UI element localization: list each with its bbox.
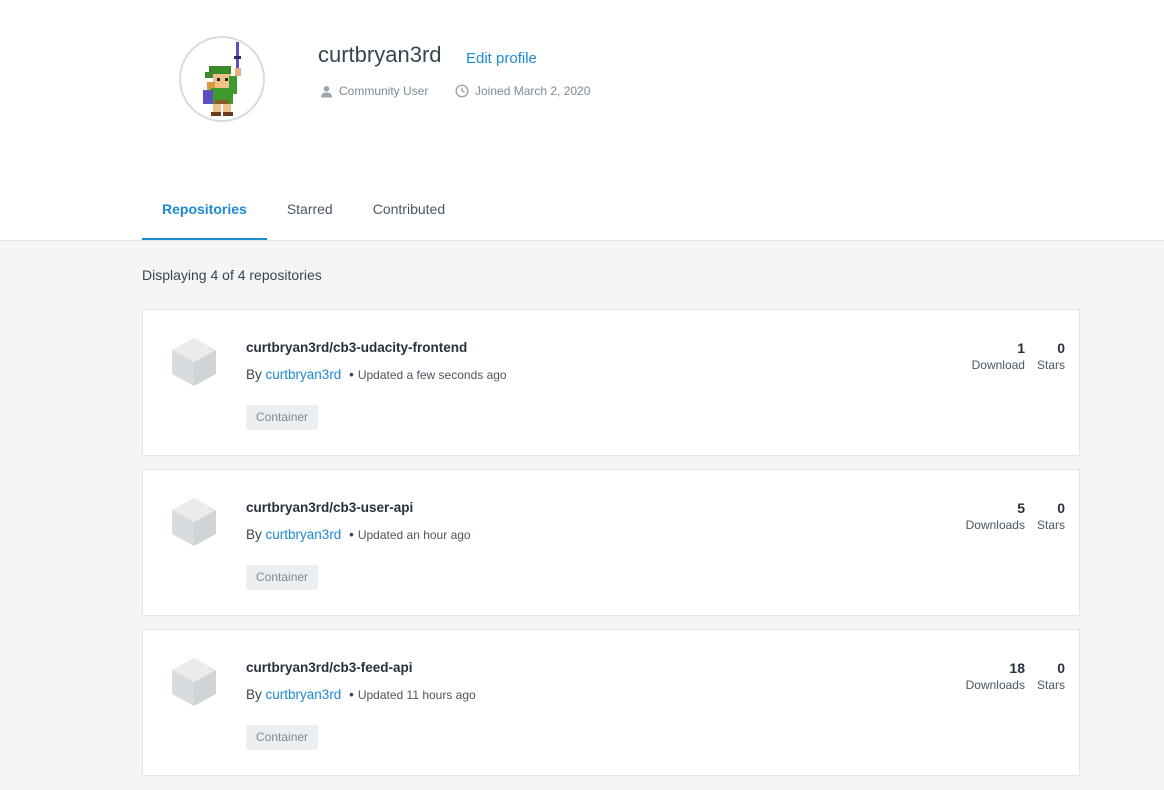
tab-starred[interactable]: Starred (267, 200, 353, 240)
repo-type-tag: Container (246, 405, 319, 430)
edit-profile-link[interactable]: Edit profile (466, 50, 537, 67)
user-icon (321, 85, 332, 97)
profile-role: Community User (320, 84, 428, 98)
repositories-panel: Displaying 4 of 4 repositories curtbryan… (0, 241, 1164, 790)
repo-by-label: By (246, 367, 262, 382)
profile-joined-text: Joined March 2, 2020 (475, 84, 591, 98)
repo-card[interactable]: curtbryan3rd/cb3-user-api By curtbryan3r… (142, 469, 1080, 616)
repo-stars: 0 Stars (1037, 660, 1065, 692)
profile-role-text: Community User (339, 84, 429, 98)
repo-downloads: 5 Downloads (966, 500, 1025, 532)
cube-icon (172, 338, 216, 386)
repo-stats: 18 Downloads 0 Stars (966, 660, 1065, 692)
profile-tabs: Repositories Starred Contributed (142, 200, 465, 240)
repo-by-label: By (246, 687, 262, 702)
downloads-label: Downloads (965, 518, 1025, 532)
repo-separator: • (349, 687, 354, 702)
repo-byline: By curtbryan3rd • Updated 11 hours ago (246, 687, 476, 702)
repo-stats: 5 Downloads 0 Stars (966, 500, 1065, 532)
repo-updated: Updated a few seconds ago (357, 368, 507, 382)
tab-contributed[interactable]: Contributed (353, 200, 465, 240)
cube-icon (172, 658, 216, 706)
downloads-count: 1 (1017, 340, 1025, 356)
repo-by-label: By (246, 527, 262, 542)
cube-icon (172, 498, 216, 546)
repo-count: Displaying 4 of 4 repositories (142, 267, 322, 283)
stars-count: 0 (1057, 500, 1065, 516)
repo-byline: By curtbryan3rd • Updated a few seconds a… (246, 367, 507, 382)
repo-downloads: 18 Downloads (966, 660, 1025, 692)
profile-joined: Joined March 2, 2020 (455, 84, 590, 98)
repo-name[interactable]: curtbryan3rd/cb3-feed-api (246, 660, 413, 675)
repo-type-tag: Container (246, 725, 319, 750)
repo-separator: • (349, 527, 354, 542)
downloads-count: 5 (1017, 500, 1025, 516)
stars-label: Stars (1036, 518, 1065, 532)
stars-count: 0 (1057, 660, 1065, 676)
repo-name[interactable]: curtbryan3rd/cb3-udacity-frontend (246, 340, 467, 355)
clock-icon (455, 84, 469, 98)
repo-downloads: 1 Download (972, 340, 1025, 372)
pixel-hero-avatar-icon (203, 42, 241, 116)
repo-name[interactable]: curtbryan3rd/cb3-user-api (246, 500, 413, 515)
repo-stars: 0 Stars (1037, 340, 1065, 372)
repo-byline: By curtbryan3rd • Updated an hour ago (246, 527, 471, 542)
downloads-label: Download (971, 358, 1025, 372)
profile-header: curtbryan3rd Edit profile Community User… (0, 0, 1164, 241)
downloads-label: Downloads (965, 678, 1025, 692)
repo-updated: Updated an hour ago (357, 528, 471, 542)
repo-stats: 1 Download 0 Stars (972, 340, 1065, 372)
repo-card[interactable]: curtbryan3rd/cb3-udacity-frontend By cur… (142, 309, 1080, 456)
repo-separator: • (349, 367, 354, 382)
repo-card[interactable]: curtbryan3rd/cb3-feed-api By curtbryan3r… (142, 629, 1080, 776)
repo-owner-link[interactable]: curtbryan3rd (266, 367, 342, 382)
profile-username: curtbryan3rd (318, 42, 442, 67)
repo-owner-link[interactable]: curtbryan3rd (266, 687, 342, 702)
downloads-count: 18 (1009, 660, 1025, 676)
repo-stars: 0 Stars (1037, 500, 1065, 532)
repo-owner-link[interactable]: curtbryan3rd (266, 527, 342, 542)
stars-count: 0 (1057, 340, 1065, 356)
stars-label: Stars (1036, 678, 1065, 692)
repo-updated: Updated 11 hours ago (357, 688, 476, 702)
tab-repositories[interactable]: Repositories (142, 200, 267, 240)
stars-label: Stars (1036, 358, 1065, 372)
repo-type-tag: Container (246, 565, 319, 590)
avatar (179, 36, 265, 122)
